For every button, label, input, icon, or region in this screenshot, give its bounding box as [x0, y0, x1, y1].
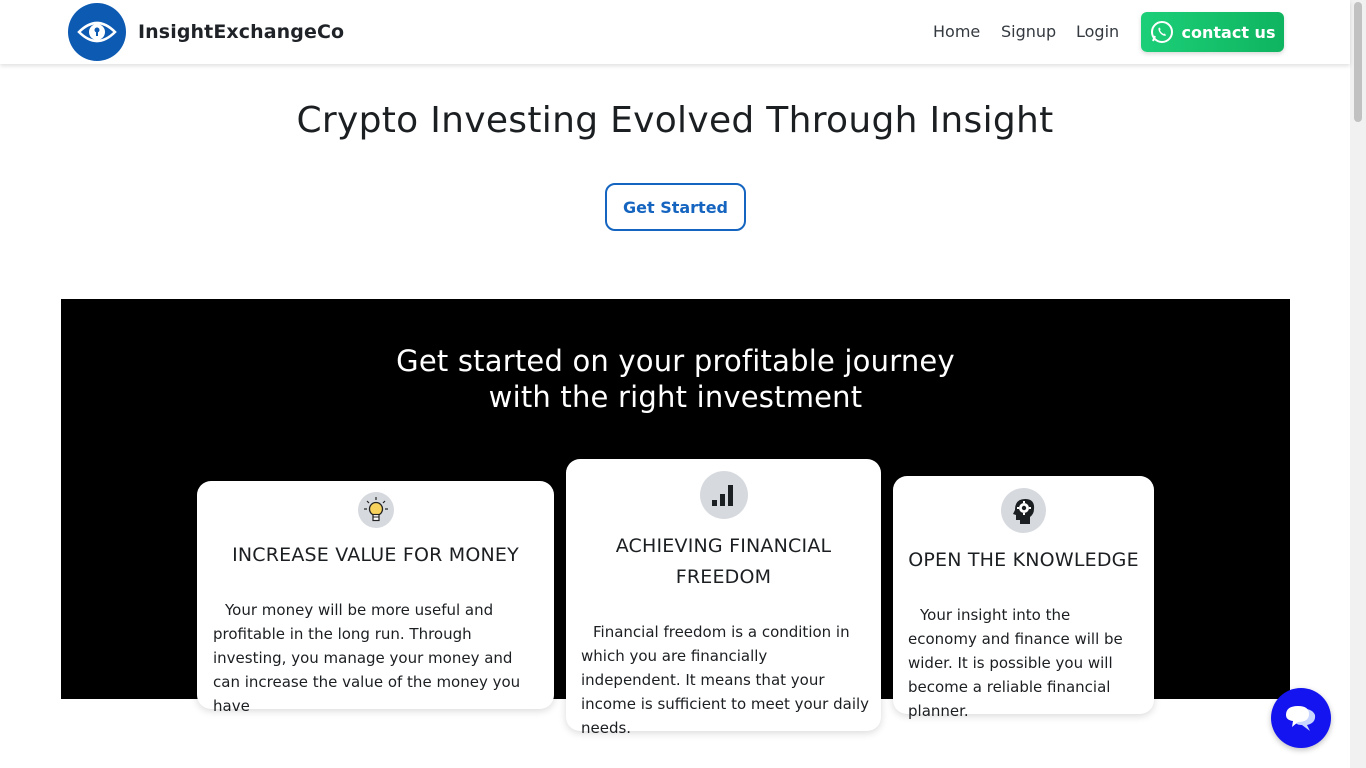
feature-card-title: OPEN THE KNOWLEDGE: [908, 549, 1139, 571]
hero-title: Crypto Investing Evolved Through Insight: [296, 100, 1054, 141]
navbar: InsightExchangeCo Home Signup Login cont…: [0, 0, 1350, 64]
brand[interactable]: InsightExchangeCo: [68, 3, 344, 61]
nav-signup-link[interactable]: Signup: [1001, 22, 1056, 41]
get-started-button[interactable]: Get Started: [605, 183, 746, 231]
feature-card-title: INCREASE VALUE FOR MONEY: [232, 544, 519, 566]
feature-card-title: ACHIEVING FINANCIAL FREEDOM: [566, 531, 881, 593]
head-gear-icon: [1001, 488, 1046, 533]
chat-widget-button[interactable]: [1271, 688, 1331, 748]
page-scrollbar[interactable]: [1350, 0, 1366, 768]
nav-login-link[interactable]: Login: [1076, 22, 1119, 41]
feature-card-text: Your money will be more useful and profi…: [213, 601, 521, 715]
features-title-line1: Get started on your profitable journey: [396, 344, 955, 378]
feature-card-title-line2: FREEDOM: [675, 566, 772, 588]
feature-card-text: Your insight into the economy and financ…: [908, 606, 1123, 720]
contact-us-button[interactable]: contact us: [1141, 12, 1284, 52]
nav-home-link[interactable]: Home: [933, 22, 980, 41]
contact-us-label: contact us: [1181, 22, 1276, 42]
brand-name: InsightExchangeCo: [138, 21, 345, 43]
features-title: Get started on your profitable journey w…: [61, 343, 1290, 415]
lightbulb-icon: [358, 492, 394, 528]
scrollbar-thumb[interactable]: [1354, 2, 1362, 122]
feature-card-value: INCREASE VALUE FOR MONEY Your money will…: [197, 481, 554, 715]
features-title-line2: with the right investment: [488, 380, 863, 414]
chat-bubbles-icon: [1284, 703, 1318, 733]
feature-card-knowledge: OPEN THE KNOWLEDGE Your insight into the…: [893, 476, 1154, 720]
feature-card-title-line1: ACHIEVING FINANCIAL: [615, 535, 832, 557]
feature-card-text: Financial freedom is a condition in whic…: [581, 623, 870, 737]
feature-card-freedom: ACHIEVING FINANCIAL FREEDOM Financial fr…: [566, 459, 881, 737]
whatsapp-icon: [1150, 20, 1174, 44]
bar-chart-icon: [700, 471, 748, 519]
eye-logo-icon: [68, 3, 126, 61]
